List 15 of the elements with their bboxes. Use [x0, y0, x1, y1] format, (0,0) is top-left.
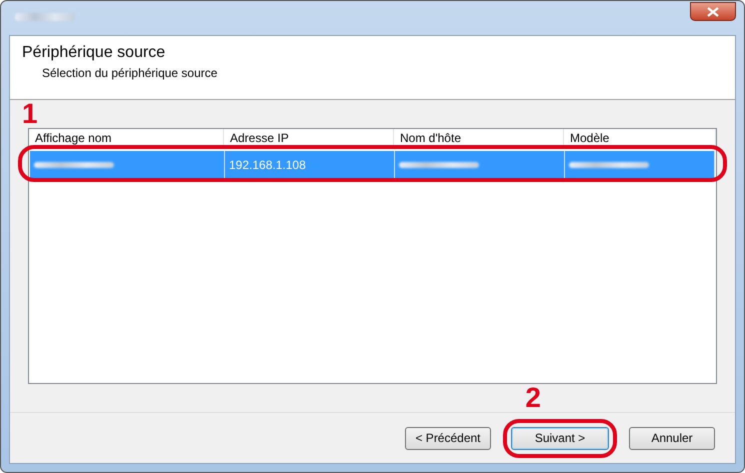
- column-header[interactable]: Modèle: [564, 129, 716, 146]
- column-header[interactable]: Nom d'hôte: [394, 129, 564, 146]
- step-number: 2: [525, 384, 541, 412]
- step-number: 1: [22, 100, 39, 128]
- dialog-button[interactable]: Suivant >: [511, 426, 609, 450]
- dialog-button[interactable]: Annuler: [629, 426, 715, 450]
- dialog-button[interactable]: < Précédent: [405, 426, 491, 450]
- page-title: Périphérique source: [22, 44, 166, 62]
- page-subtitle: Sélection du périphérique source: [42, 66, 218, 80]
- close-button[interactable]: [690, 2, 736, 21]
- redacted-window-title: [15, 13, 75, 21]
- table-cell: 192.168.1.108: [225, 151, 395, 178]
- column-header[interactable]: Adresse IP: [224, 129, 394, 146]
- column-header[interactable]: Affichage nom: [29, 129, 224, 146]
- close-icon: [707, 6, 719, 16]
